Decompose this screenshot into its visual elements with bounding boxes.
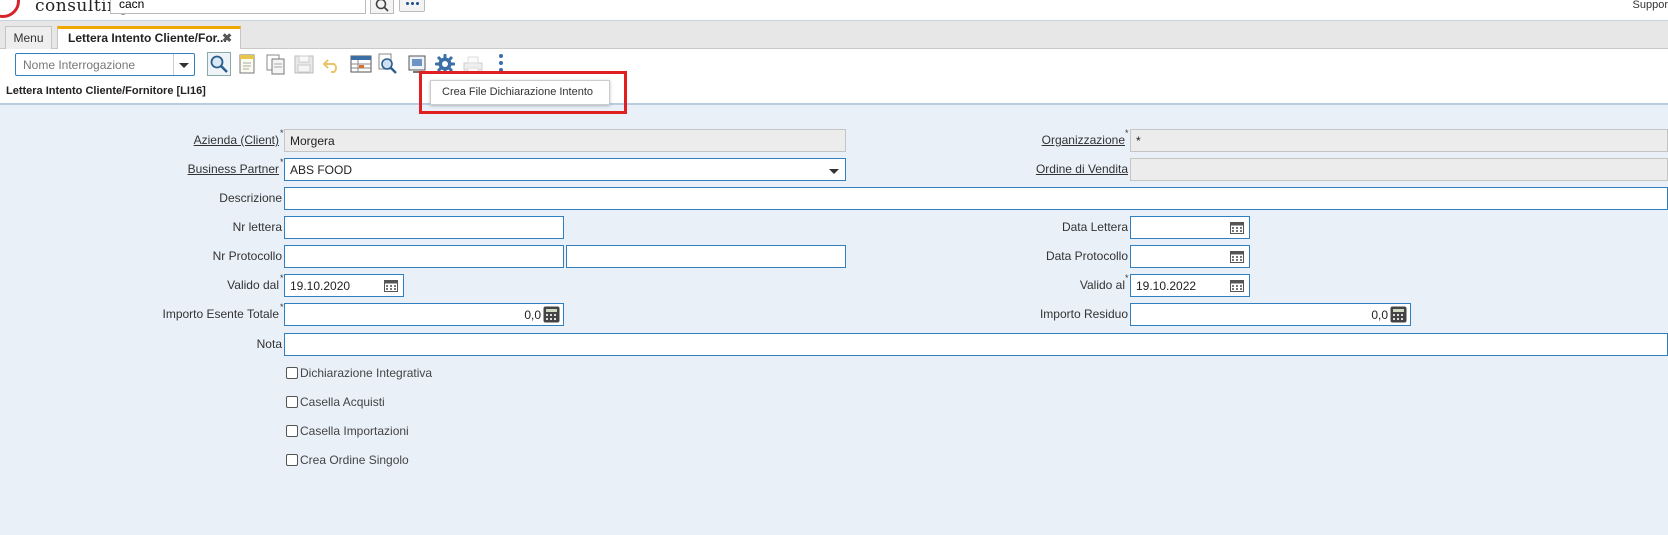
calendar-icon[interactable] xyxy=(1230,221,1244,234)
window-title: Lettera Intento Cliente/Fornitore [LI16] xyxy=(6,85,206,97)
find-button[interactable] xyxy=(207,52,231,76)
close-icon[interactable]: ✖ xyxy=(222,29,232,48)
data-protocollo-field[interactable] xyxy=(1130,245,1250,268)
organizzazione-field: * xyxy=(1130,129,1668,152)
logo-icon xyxy=(0,0,20,18)
descrizione-field[interactable] xyxy=(284,187,1668,210)
nota-field[interactable] xyxy=(284,333,1668,356)
copy-record-button[interactable] xyxy=(264,52,288,76)
magnifier-icon xyxy=(210,55,228,73)
undo-icon xyxy=(322,59,337,73)
ordine-vendita-field xyxy=(1130,158,1668,181)
importo-esente-label: Importo Esente Totale xyxy=(162,307,279,321)
business-partner-field[interactable]: ABS FOOD xyxy=(284,158,846,181)
calculator-icon[interactable] xyxy=(543,306,560,323)
zoom-across-button[interactable] xyxy=(376,52,400,76)
dichiarazione-integrativa-checkbox[interactable] xyxy=(286,367,298,379)
tab-label: Lettera Intento Cliente/For... xyxy=(68,31,227,45)
required-marker: * xyxy=(280,302,284,312)
tab-lettera-intento[interactable]: Lettera Intento Cliente/For... ✖ xyxy=(57,26,241,49)
top-bar: consulting Suppor xyxy=(0,0,1668,20)
valido-dal-value: 19.10.2020 xyxy=(290,279,351,293)
calendar-icon[interactable] xyxy=(1230,250,1244,263)
calculator-icon[interactable] xyxy=(1390,306,1407,323)
required-marker: * xyxy=(280,128,284,138)
ordine-vendita-label: Ordine di Vendita xyxy=(1035,162,1128,176)
zoom-icon xyxy=(378,53,397,74)
casella-acquisti-checkbox[interactable] xyxy=(286,396,298,408)
required-marker: * xyxy=(1125,128,1129,138)
importo-esente-field[interactable]: 0,0 xyxy=(284,303,564,326)
azienda-value: Morgera xyxy=(290,134,335,148)
nota-label: Nota xyxy=(256,337,282,351)
dichiarazione-integrativa-label: Dichiarazione Integrativa xyxy=(300,366,433,380)
query-placeholder: Nome Interrogazione xyxy=(23,58,136,72)
azienda-label: Azienda (Client) xyxy=(193,133,279,147)
casella-importazioni-checkbox[interactable] xyxy=(286,425,298,437)
calendar-icon[interactable] xyxy=(384,279,398,292)
valido-al-value: 19.10.2022 xyxy=(1136,279,1197,293)
casella-acquisti-label: Casella Acquisti xyxy=(300,395,385,409)
new-document-icon xyxy=(239,54,255,74)
chevron-down-icon[interactable] xyxy=(829,169,839,174)
required-marker: * xyxy=(280,157,284,167)
save-button[interactable] xyxy=(292,52,316,76)
nr-lettera-label: Nr lettera xyxy=(232,220,282,234)
business-partner-label: Business Partner xyxy=(187,162,279,176)
tab-menu[interactable]: Menu xyxy=(5,26,52,49)
importo-residuo-field[interactable]: 0,0 xyxy=(1130,303,1411,326)
global-search-input[interactable] xyxy=(110,0,366,14)
descrizione-label: Descrizione xyxy=(219,191,282,205)
nr-lettera-field[interactable] xyxy=(284,216,564,239)
tab-strip xyxy=(0,20,1668,49)
data-lettera-field[interactable] xyxy=(1130,216,1250,239)
organizzazione-label: Organizzazione xyxy=(1041,133,1125,147)
business-partner-value: ABS FOOD xyxy=(290,163,353,177)
nr-protocollo-field[interactable] xyxy=(284,245,564,268)
data-lettera-label: Data Lettera xyxy=(1061,220,1128,234)
copy-icon xyxy=(266,54,285,75)
undo-button[interactable] xyxy=(320,52,344,76)
dot-icon xyxy=(411,2,414,5)
search-icon xyxy=(375,0,389,12)
query-name-combobox[interactable]: Nome Interrogazione xyxy=(15,53,195,76)
crea-ordine-singolo-checkbox[interactable] xyxy=(286,454,298,466)
dot-icon xyxy=(406,2,409,5)
apps-menu-button[interactable] xyxy=(399,0,425,12)
dot-icon xyxy=(416,2,419,5)
table-icon xyxy=(350,55,372,73)
crea-ordine-singolo-label: Crea Ordine Singolo xyxy=(300,453,409,467)
valido-dal-label: Valido dal xyxy=(227,278,279,292)
chevron-down-icon[interactable] xyxy=(173,54,194,75)
importo-esente-value: 0,0 xyxy=(524,308,541,322)
azienda-field: Morgera xyxy=(284,129,846,152)
save-icon xyxy=(294,55,314,74)
valido-al-field[interactable]: 19.10.2022 xyxy=(1130,274,1250,297)
new-record-button[interactable] xyxy=(236,52,260,76)
nr-protocollo-label: Nr Protocollo xyxy=(212,249,282,263)
search-button[interactable] xyxy=(370,0,394,14)
valido-dal-field[interactable]: 19.10.2020 xyxy=(284,274,404,297)
data-protocollo-label: Data Protocollo xyxy=(1045,249,1128,263)
grid-toggle-button[interactable] xyxy=(349,52,373,76)
highlight-box xyxy=(419,71,627,114)
nr-protocollo-secondary-field[interactable] xyxy=(566,245,846,268)
support-link[interactable]: Suppor xyxy=(1633,0,1668,11)
casella-importazioni-label: Casella Importazioni xyxy=(300,424,409,438)
calendar-icon[interactable] xyxy=(1230,279,1244,292)
required-marker: * xyxy=(280,273,284,283)
valido-al-label: Valido al xyxy=(1079,278,1125,292)
importo-residuo-value: 0,0 xyxy=(1371,308,1388,322)
required-marker: * xyxy=(1125,273,1129,283)
importo-residuo-label: Importo Residuo xyxy=(1039,307,1128,321)
organizzazione-value: * xyxy=(1136,134,1141,148)
